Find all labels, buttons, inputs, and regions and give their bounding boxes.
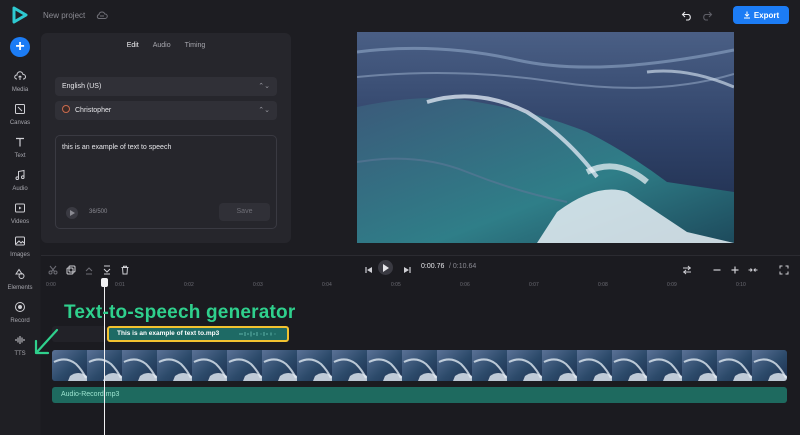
tts-text-value: this is an example of text to speech	[62, 144, 172, 151]
language-select[interactable]: English (US) ⌃⌄	[55, 77, 277, 96]
ruler-tick: 0:03	[253, 282, 263, 288]
total-time: / 0:10.64	[449, 263, 477, 270]
add-button[interactable]: +	[10, 37, 30, 57]
layer-up-icon[interactable]	[84, 262, 94, 275]
fullscreen-icon[interactable]	[779, 262, 789, 275]
tab-timing[interactable]: Timing	[185, 42, 206, 49]
rail-item-audio[interactable]: Audio	[0, 169, 40, 197]
audio-record-track[interactable]: Audio-Record.mp3	[52, 387, 787, 403]
skip-forward-icon[interactable]	[402, 262, 412, 273]
tts-audio-clip[interactable]: This is an example of text to.mp3	[107, 326, 289, 342]
ruler-tick: 0:01	[115, 282, 125, 288]
video-editor-app: + Media Canvas Text Audio Videos Images …	[0, 0, 800, 435]
save-button[interactable]: Save	[219, 203, 270, 221]
rail-item-videos[interactable]: Videos	[0, 202, 40, 230]
rail-item-text[interactable]: Text	[0, 136, 40, 164]
rail-item-media[interactable]: Media	[0, 70, 40, 98]
preview-play-button[interactable]	[66, 207, 78, 219]
rail-label: Audio	[12, 186, 28, 192]
rail-item-elements[interactable]: Elements	[0, 268, 40, 296]
panel-tabs: Edit Audio Timing	[41, 42, 291, 49]
voice-avatar	[62, 105, 70, 113]
tts-text-input[interactable]: this is an example of text to speech 36/…	[55, 135, 277, 229]
canvas-icon	[0, 103, 40, 117]
image-icon	[0, 235, 40, 249]
rail-item-record[interactable]: Record	[0, 301, 40, 329]
ruler-tick: 0:10	[736, 282, 746, 288]
tab-edit[interactable]: Edit	[127, 42, 139, 49]
app-logo-icon[interactable]	[11, 6, 29, 24]
annotation-label: Text-to-speech generator	[64, 302, 296, 323]
video-preview[interactable]	[357, 32, 734, 243]
rail-label: Text	[14, 153, 26, 159]
rail-label: Media	[11, 87, 29, 93]
tab-audio[interactable]: Audio	[153, 42, 171, 49]
rail-label: Elements	[7, 285, 33, 291]
current-time: 0:00.76	[421, 263, 445, 270]
chevron-updown-icon: ⌃⌄	[258, 107, 270, 114]
ruler-tick: 0:08	[598, 282, 608, 288]
video-track[interactable]	[52, 350, 787, 381]
fit-timeline-icon[interactable]	[748, 262, 758, 272]
voice-select[interactable]: Christopher ⌃⌄	[55, 101, 277, 120]
undo-icon[interactable]	[681, 9, 693, 21]
skip-back-icon[interactable]	[364, 262, 374, 273]
duplicate-icon[interactable]	[66, 262, 76, 275]
char-count: 36/500	[89, 209, 108, 215]
text-icon	[0, 136, 40, 150]
timeline-toolbar: 0:00.76 / 0:10.64	[41, 256, 800, 278]
download-icon	[743, 11, 750, 19]
rail-label: Images	[10, 252, 30, 258]
tts-clip-label: This is an example of text to.mp3	[117, 330, 220, 337]
rail-label: Record	[10, 318, 30, 324]
cloud-upload-icon	[0, 70, 40, 84]
cloud-sync-icon	[96, 11, 108, 19]
waveform	[239, 331, 276, 337]
ruler-tick: 0:09	[667, 282, 677, 288]
ruler-tick: 0:02	[184, 282, 194, 288]
ruler-tick: 0:05	[391, 282, 401, 288]
redo-icon[interactable]	[701, 9, 713, 21]
rail-label: Videos	[10, 219, 30, 225]
trash-icon[interactable]	[120, 262, 130, 275]
rail-item-images[interactable]: Images	[0, 235, 40, 263]
ruler-tick: 0:06	[460, 282, 470, 288]
video-icon	[0, 202, 40, 216]
left-rail: + Media Canvas Text Audio Videos Images …	[0, 0, 40, 435]
rail-item-canvas[interactable]: Canvas	[0, 103, 40, 131]
record-icon	[0, 301, 40, 315]
ruler-tick: 0:00	[46, 282, 56, 288]
play-button[interactable]	[378, 260, 393, 275]
rail-label: Canvas	[9, 120, 31, 126]
music-note-icon	[0, 169, 40, 183]
playhead-handle[interactable]	[101, 278, 108, 287]
language-value: English (US)	[62, 83, 102, 90]
export-label: Export	[753, 10, 780, 20]
zoom-in-icon[interactable]	[730, 262, 740, 274]
ruler-tick: 0:07	[529, 282, 539, 288]
elements-icon	[0, 268, 40, 282]
split-view-icon[interactable]	[682, 262, 692, 275]
timeline: 0:00.76 / 0:10.64 0:00 0:01 0:02 0:03 0:…	[41, 255, 800, 435]
zoom-out-icon[interactable]	[712, 262, 722, 272]
layer-down-icon[interactable]	[102, 262, 112, 275]
project-name[interactable]: New project	[43, 11, 85, 20]
export-button[interactable]: Export	[733, 6, 789, 24]
chevron-updown-icon: ⌃⌄	[258, 83, 270, 90]
annotation-arrow-icon	[34, 328, 59, 355]
timeline-ruler[interactable]: 0:00 0:01 0:02 0:03 0:04 0:05 0:06 0:07 …	[41, 280, 800, 292]
audio-track-label: Audio-Record.mp3	[61, 391, 120, 398]
tts-edit-panel: Edit Audio Timing English (US) ⌃⌄ Christ…	[41, 33, 291, 243]
voice-value: Christopher	[75, 107, 112, 114]
scissors-icon[interactable]	[48, 262, 58, 275]
ruler-tick: 0:04	[322, 282, 332, 288]
